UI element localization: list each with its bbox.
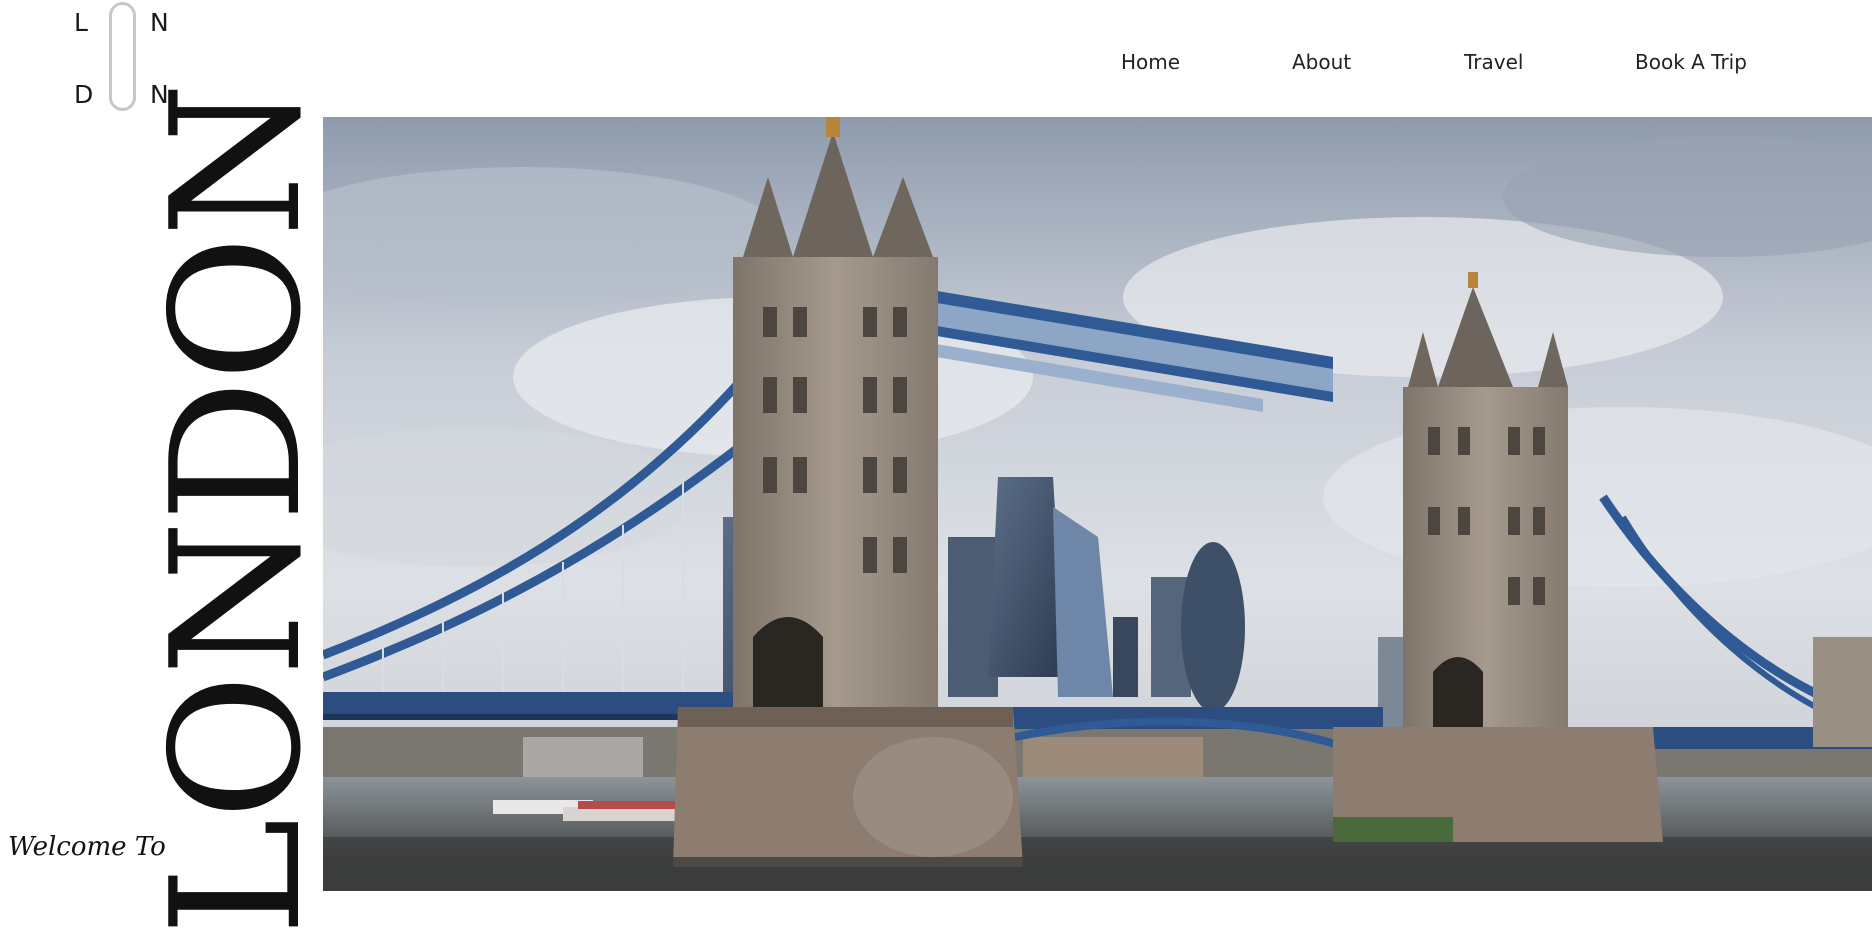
hero-image — [323, 117, 1872, 891]
nav-travel-link[interactable]: Travel — [1464, 50, 1523, 74]
hero-title-text: LONDON — [133, 83, 340, 936]
nav-book-trip-link[interactable]: Book A Trip — [1635, 50, 1747, 74]
logo-pill-o — [109, 2, 136, 111]
nav-home-link[interactable]: Home — [1121, 50, 1180, 74]
hero-title: LONDON — [133, 84, 340, 936]
welcome-text: Welcome To — [8, 832, 166, 862]
nav-about-link[interactable]: About — [1292, 50, 1351, 74]
logo-letter: N — [150, 8, 169, 37]
logo-letter: D — [74, 80, 94, 109]
tower-bridge-illustration — [323, 117, 1872, 891]
left-tower — [733, 117, 938, 707]
logo-letter: L — [74, 8, 88, 37]
